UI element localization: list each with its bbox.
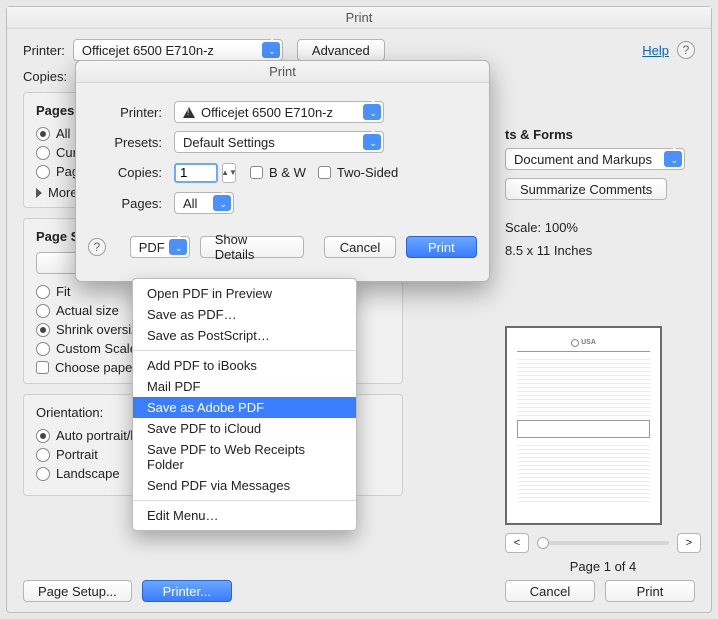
pdf-menu-label: PDF (139, 240, 165, 255)
show-details-button[interactable]: Show Details (200, 236, 305, 258)
sheet-pages-select[interactable]: All (174, 192, 234, 214)
custom-scale-label: Custom Scale: (56, 341, 141, 356)
menu-separator (133, 350, 356, 351)
pdf-menu-item[interactable]: Save as PostScript… (133, 325, 356, 346)
sheet-pages-value: All (183, 196, 197, 211)
sheet-copies-stepper[interactable]: ▲▼ (222, 163, 236, 183)
sheet-printer-select[interactable]: Officejet 6500 E710n-z (174, 101, 384, 123)
sheet-title: Print (76, 61, 489, 83)
help-link[interactable]: Help (642, 43, 669, 58)
sheet-help-icon[interactable]: ? (88, 238, 106, 256)
pdf-menu-item[interactable]: Save as PDF… (133, 304, 356, 325)
page-preview: USA (505, 326, 662, 525)
comments-forms-panel: ts & Forms Document and Markups Summariz… (505, 127, 701, 574)
comments-forms-title: ts & Forms (505, 127, 701, 142)
two-sided-label: Two-Sided (337, 165, 398, 180)
pdf-menu-button[interactable]: PDF (130, 236, 190, 258)
copies-label: Copies: (23, 69, 67, 84)
preview-logo: USA (571, 338, 596, 347)
window-title: Print (7, 7, 711, 29)
bw-label: B & W (269, 165, 306, 180)
sheet-presets-select[interactable]: Default Settings (174, 131, 384, 153)
two-sided-checkbox[interactable]: Two-Sided (318, 165, 398, 180)
pdf-menu-item[interactable]: Open PDF in Preview (133, 283, 356, 304)
advanced-button[interactable]: Advanced (297, 39, 385, 61)
pdf-menu-item[interactable]: Mail PDF (133, 376, 356, 397)
sheet-printer-label: Printer: (92, 105, 162, 120)
scale-readout: Scale: 100% (505, 220, 701, 235)
comments-forms-select[interactable]: Document and Markups (505, 148, 685, 170)
help-icon[interactable]: ? (677, 41, 695, 59)
summarize-comments-button[interactable]: Summarize Comments (505, 178, 667, 200)
printer-label: Printer: (23, 43, 65, 58)
pdf-menu-item[interactable]: Add PDF to iBooks (133, 355, 356, 376)
print-button[interactable]: Print (605, 580, 695, 602)
paper-size-readout: 8.5 x 11 Inches (505, 243, 701, 258)
sheet-cancel-button[interactable]: Cancel (324, 236, 395, 258)
printer-button[interactable]: Printer... (142, 580, 232, 602)
sheet-pages-label: Pages: (92, 196, 162, 211)
sheet-presets-value: Default Settings (183, 135, 275, 150)
pdf-menu-item[interactable]: Save PDF to iCloud (133, 418, 356, 439)
comments-forms-value: Document and Markups (514, 152, 652, 167)
sheet-printer-value: Officejet 6500 E710n-z (201, 105, 333, 120)
actual-size-label: Actual size (56, 303, 119, 318)
pdf-menu-item[interactable]: Send PDF via Messages (133, 475, 356, 496)
orientation-portrait-label: Portrait (56, 447, 98, 462)
fit-label: Fit (56, 284, 70, 299)
bw-checkbox[interactable]: B & W (250, 165, 306, 180)
warning-icon (183, 107, 195, 118)
more-options-disclosure-icon[interactable] (36, 188, 42, 198)
dialog-footer: Page Setup... Printer... Cancel Print (7, 570, 711, 612)
orientation-landscape-label: Landscape (56, 466, 120, 481)
pages-all-label: All (56, 126, 70, 141)
sheet-copies-input[interactable] (174, 163, 218, 183)
sheet-copies-label: Copies: (92, 165, 162, 180)
system-print-sheet: Print Printer: Officejet 6500 E710n-z Pr… (75, 60, 490, 282)
sheet-print-button[interactable]: Print (406, 236, 477, 258)
preview-next-button[interactable]: > (677, 533, 701, 553)
pdf-menu-item[interactable]: Edit Menu… (133, 505, 356, 526)
preview-prev-button[interactable]: < (505, 533, 529, 553)
preview-pager: < > (505, 533, 701, 553)
page-setup-button[interactable]: Page Setup... (23, 580, 132, 602)
printer-select-value: Officejet 6500 E710n-z (82, 43, 214, 58)
pdf-menu-item[interactable]: Save as Adobe PDF (133, 397, 356, 418)
sheet-presets-label: Presets: (92, 135, 162, 150)
printer-select[interactable]: Officejet 6500 E710n-z (73, 39, 283, 61)
menu-separator (133, 500, 356, 501)
preview-slider[interactable] (537, 541, 669, 545)
pdf-menu-item[interactable]: Save PDF to Web Receipts Folder (133, 439, 356, 475)
pdf-dropdown-menu: Open PDF in PreviewSave as PDF…Save as P… (132, 278, 357, 531)
cancel-button[interactable]: Cancel (505, 580, 595, 602)
